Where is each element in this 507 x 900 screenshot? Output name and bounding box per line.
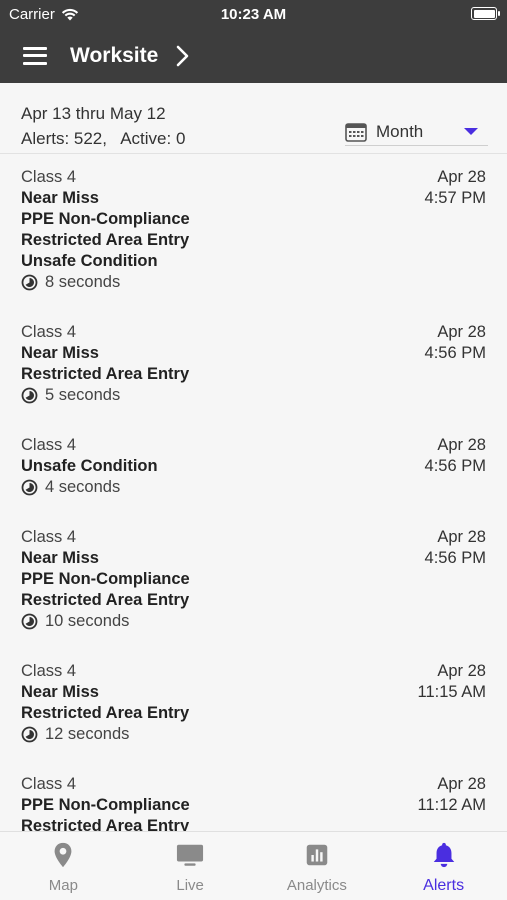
alert-type: PPE Non-Compliance <box>21 796 190 814</box>
alert-duration: 4 seconds <box>21 477 486 498</box>
alert-type: Unsafe Condition <box>21 457 158 475</box>
app-header: Worksite <box>0 28 507 83</box>
alert-item[interactable]: Class 4 Near Miss Restricted Area Entry 12 … <box>0 632 507 745</box>
period-value: Month <box>376 121 424 141</box>
battery-icon <box>471 7 500 20</box>
alert-class: Class 4 <box>21 168 77 186</box>
alert-item[interactable]: Class 4 Unsafe Condition 4 seconds Apr 28 4:… <box>0 406 507 498</box>
alert-class: Class 4 <box>21 775 77 793</box>
alert-datetime: Apr 28 11:15 AM <box>418 661 487 703</box>
timer-icon <box>21 479 38 496</box>
alert-date: Apr 28 <box>437 323 486 341</box>
alert-type: Restricted Area Entry <box>21 704 190 722</box>
tab-label: Map <box>48 877 78 894</box>
timer-icon <box>21 613 38 630</box>
tab-alerts[interactable]: Alerts <box>380 832 507 900</box>
duration-text: 4 seconds <box>45 478 121 496</box>
alert-type: PPE Non-Compliance <box>21 210 190 228</box>
page-title: Worksite <box>70 43 159 67</box>
alert-datetime: Apr 28 4:56 PM <box>425 322 486 364</box>
alert-duration: 5 seconds <box>21 385 486 406</box>
alert-class: Class 4 <box>21 528 77 546</box>
status-bar: Carrier 10:23 AM <box>0 0 507 28</box>
dropdown-arrow-icon <box>464 128 478 135</box>
duration-text: 8 seconds <box>45 273 121 291</box>
tab-bar: Map Live Analytics Alerts <box>0 831 507 900</box>
alert-time: 11:12 AM <box>417 796 487 814</box>
alert-time: 4:56 PM <box>424 549 486 567</box>
alert-item[interactable]: Class 4 Near Miss PPE Non-Compliance Restri… <box>0 155 507 293</box>
alert-date: Apr 28 <box>437 662 486 680</box>
alert-datetime: Apr 28 4:56 PM <box>425 527 486 569</box>
alert-date: Apr 28 <box>437 436 486 454</box>
alert-datetime: Apr 28 4:57 PM <box>425 167 486 209</box>
alert-class: Class 4 <box>21 323 77 341</box>
alert-duration: 8 seconds <box>21 272 486 293</box>
tab-map[interactable]: Map <box>0 832 127 900</box>
alert-datetime: Apr 28 4:56 PM <box>425 435 486 477</box>
alert-date: Apr 28 <box>437 168 486 186</box>
hamburger-menu-icon[interactable] <box>23 46 47 65</box>
alert-item[interactable]: Class 4 PPE Non-Compliance Restricted Area… <box>0 745 507 831</box>
alert-type: Restricted Area Entry <box>21 817 190 831</box>
alert-date: Apr 28 <box>437 775 486 793</box>
tab-label: Alerts <box>423 877 465 894</box>
alert-time: 4:56 PM <box>424 344 486 362</box>
alert-type: Near Miss <box>21 683 99 701</box>
alert-duration: 10 seconds <box>21 611 486 632</box>
alert-item[interactable]: Class 4 Near Miss PPE Non-Compliance Restri… <box>0 498 507 632</box>
map-pin-icon <box>48 841 78 874</box>
alert-type: PPE Non-Compliance <box>21 570 190 588</box>
alert-duration: 12 seconds <box>21 724 486 745</box>
duration-text: 5 seconds <box>45 386 121 404</box>
duration-text: 10 seconds <box>45 612 130 630</box>
alert-type: Near Miss <box>21 189 99 207</box>
tab-label: Live <box>176 877 204 894</box>
alert-time: 4:57 PM <box>424 189 486 207</box>
alert-type: Restricted Area Entry <box>21 231 190 249</box>
chevron-right-icon[interactable] <box>176 44 196 68</box>
timer-icon <box>21 387 38 404</box>
alert-time: 4:56 PM <box>424 457 486 475</box>
timer-icon <box>21 726 38 743</box>
alert-list[interactable]: Class 4 Near Miss PPE Non-Compliance Restri… <box>0 155 507 831</box>
alert-class: Class 4 <box>21 436 77 454</box>
tab-label: Analytics <box>286 877 347 894</box>
calendar-icon <box>345 122 367 142</box>
alert-type: Unsafe Condition <box>21 252 158 270</box>
alert-type: Restricted Area Entry <box>21 365 190 383</box>
bar-chart-icon <box>302 841 332 874</box>
period-selector[interactable]: Month <box>345 118 488 146</box>
tab-analytics[interactable]: Analytics <box>254 832 381 900</box>
date-range: Apr 13 thru May 12 <box>21 104 166 123</box>
alert-type: Near Miss <box>21 344 99 362</box>
alert-class: Class 4 <box>21 662 77 680</box>
alert-type: Restricted Area Entry <box>21 591 190 609</box>
tab-live[interactable]: Live <box>127 832 254 900</box>
alert-time: 11:15 AM <box>417 683 487 701</box>
duration-text: 12 seconds <box>45 725 130 743</box>
alert-item[interactable]: Class 4 Near Miss Restricted Area Entry 5 s… <box>0 293 507 406</box>
bell-icon <box>429 841 459 874</box>
alert-date: Apr 28 <box>437 528 486 546</box>
clock: 10:23 AM <box>220 6 287 23</box>
alert-datetime: Apr 28 11:12 AM <box>418 774 487 816</box>
alert-type: Near Miss <box>21 549 99 567</box>
alert-counts: Alerts: 522, Active: 0 <box>21 129 186 148</box>
timer-icon <box>21 274 38 291</box>
monitor-icon <box>175 841 205 874</box>
